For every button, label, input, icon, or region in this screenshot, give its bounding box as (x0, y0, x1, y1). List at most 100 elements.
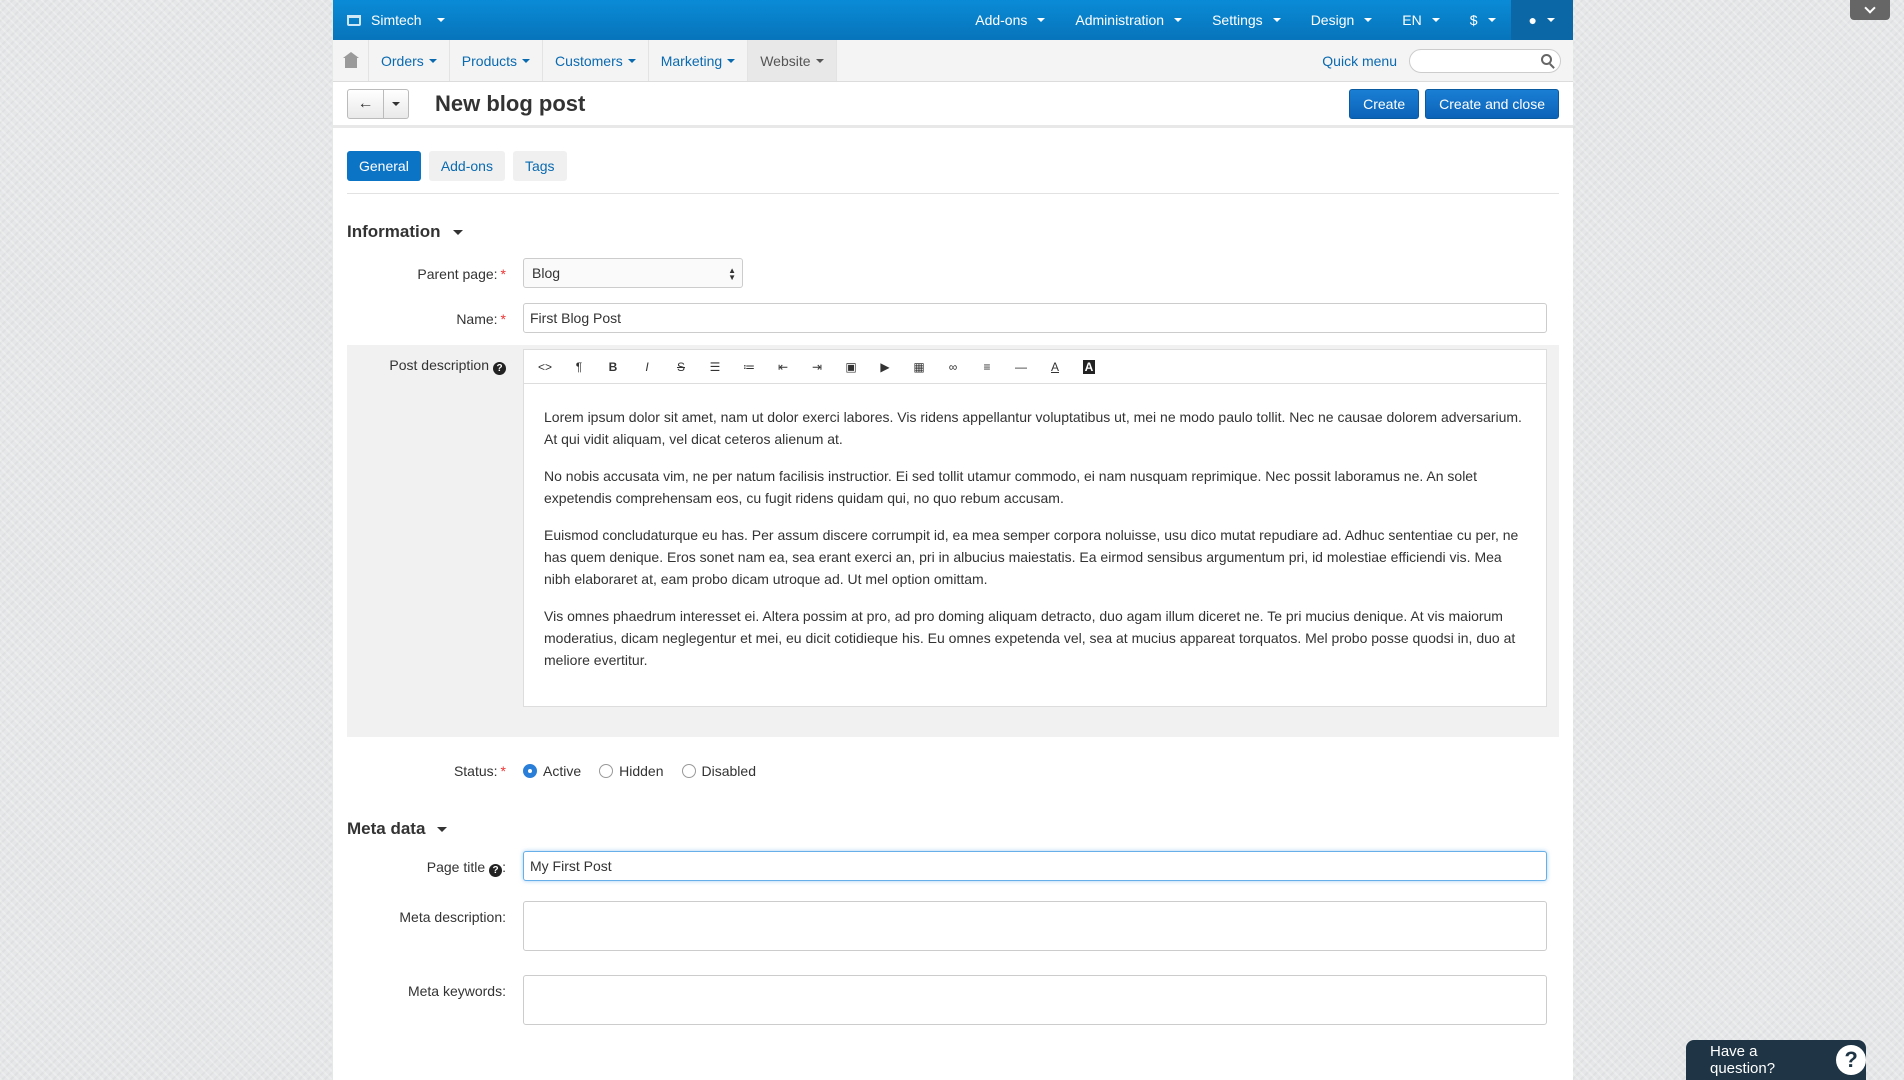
required-marker: * (500, 311, 506, 327)
menu-administration[interactable]: Administration (1060, 0, 1197, 40)
italic-icon[interactable]: I (630, 352, 664, 382)
align-icon[interactable]: ≡ (970, 352, 1004, 382)
meta-keywords-field[interactable] (523, 975, 1547, 1025)
radio-button[interactable] (523, 764, 537, 778)
background-color-icon[interactable]: A (1072, 352, 1106, 382)
help-icon[interactable]: ? (493, 362, 506, 375)
ordered-list-icon[interactable]: ≔ (732, 352, 766, 382)
font-color-icon[interactable]: A (1038, 352, 1072, 382)
main-nav: Orders Products Customers Marketing Webs… (333, 40, 1573, 82)
paragraph-icon[interactable]: ¶ (562, 352, 596, 382)
cart-icon (347, 14, 361, 26)
required-marker: * (500, 763, 506, 779)
label-text: Name: (456, 311, 498, 327)
nav-website[interactable]: Website (748, 40, 837, 81)
menu-settings[interactable]: Settings (1197, 0, 1296, 40)
section-title: Information (347, 222, 441, 241)
back-dropdown-button[interactable] (384, 88, 409, 119)
paragraph: No nobis accusata vim, ne per natum faci… (544, 468, 1477, 506)
create-button[interactable]: Create (1349, 88, 1420, 119)
radio-button[interactable] (681, 764, 696, 778)
top-bar: Simtech Add-ons Administration Settings … (333, 0, 1573, 40)
nav-products[interactable]: Products (450, 40, 544, 81)
information-section-toggle[interactable]: Information (347, 222, 1559, 242)
home-icon (342, 51, 359, 68)
chevron-down-icon (1547, 18, 1555, 22)
field-label: Name: * (347, 303, 510, 327)
paragraph: Euismod concludaturque eu has. Per assum… (544, 527, 1519, 587)
unordered-list-icon[interactable]: ☰ (698, 352, 732, 382)
tab-addons[interactable]: Add-ons (428, 151, 505, 181)
menu-currency[interactable]: $ (1455, 0, 1511, 40)
back-button-group: ← (347, 88, 409, 119)
nav-marketing[interactable]: Marketing (649, 40, 749, 81)
home-button[interactable] (333, 40, 369, 81)
image-icon[interactable]: ▣ (834, 352, 868, 382)
tab-general[interactable]: General (347, 151, 421, 181)
help-chat-button[interactable]: Have a question? ? (1686, 1040, 1866, 1080)
select-value: Blog (532, 265, 561, 281)
paragraph: Vis omnes phaedrum interesset ei. Altera… (544, 608, 1516, 668)
link-icon[interactable]: ∞ (936, 352, 970, 382)
menu-label: Settings (1212, 12, 1263, 28)
status-hidden-option[interactable]: Hidden (599, 763, 664, 779)
field-label: Meta keywords: (407, 983, 506, 999)
nav-customers[interactable]: Customers (543, 40, 649, 81)
status-active-option[interactable]: Active (523, 763, 581, 779)
chevron-down-icon (1037, 18, 1046, 22)
quick-menu-link[interactable]: Quick menu (1322, 53, 1397, 69)
horizontal-rule-icon[interactable]: — (1004, 352, 1038, 382)
collapse-toggle-button[interactable] (1850, 0, 1890, 20)
meta-description-row: Meta description: (347, 901, 1559, 951)
indent-icon[interactable]: ⇥ (800, 352, 834, 382)
help-icon[interactable]: ? (489, 864, 503, 877)
nav-orders[interactable]: Orders (369, 40, 450, 81)
menu-design[interactable]: Design (1296, 0, 1388, 40)
chevron-down-icon (1487, 18, 1496, 22)
page-header: ← New blog post Create Create and close (333, 82, 1573, 128)
store-switcher[interactable]: Simtech (333, 12, 445, 28)
required-marker: * (500, 266, 506, 282)
bold-icon[interactable]: B (596, 352, 630, 382)
table-icon[interactable]: ▦ (902, 352, 936, 382)
menu-language[interactable]: EN (1387, 0, 1454, 40)
page: Simtech Add-ons Administration Settings … (333, 0, 1573, 1080)
meta-data-section-toggle[interactable]: Meta data (347, 819, 1559, 839)
page-title-field[interactable]: My First Post (523, 851, 1547, 881)
name-field[interactable]: First Blog Post (523, 303, 1547, 333)
create-and-close-button[interactable]: Create and close (1425, 88, 1559, 119)
editor-content[interactable]: Lorem ipsum dolor sit amet, nam ut dolor… (524, 384, 1546, 706)
search-icon[interactable] (1541, 53, 1552, 65)
menu-label: EN (1402, 12, 1422, 28)
back-button[interactable]: ← (347, 88, 384, 119)
tab-tags[interactable]: Tags (512, 151, 567, 181)
search-input[interactable] (1409, 48, 1561, 73)
meta-description-field[interactable] (523, 901, 1547, 951)
chevron-down-icon (522, 58, 531, 63)
video-icon[interactable]: ▶ (868, 352, 902, 382)
rich-text-editor[interactable]: <> ¶ B I S ☰ ≔ ⇤ ⇥ ▣ ▶ ▦ ∞ ≡ — A A Lorem… (523, 349, 1547, 707)
outdent-icon[interactable]: ⇤ (766, 352, 800, 382)
option-label: Active (543, 763, 582, 779)
radio-button[interactable] (599, 764, 614, 778)
parent-page-select[interactable]: Blog ▲ ▼ (523, 258, 743, 288)
chevron-down-icon (1174, 18, 1183, 22)
label-text: Post description (389, 357, 489, 373)
status-disabled-option[interactable]: Disabled (681, 763, 756, 779)
menu-label: Administration (1075, 12, 1165, 28)
nav-label: Marketing (660, 52, 723, 69)
label-text: Parent page: (417, 266, 498, 282)
status-row: Status: * Active Hidden Disabled (347, 755, 1559, 779)
select-arrows-icon: ▲ ▼ (728, 266, 736, 282)
user-menu[interactable]: ● (1510, 0, 1573, 40)
code-view-icon[interactable]: <> (528, 352, 562, 382)
chevron-down-icon (392, 101, 400, 106)
menu-label: $ (1469, 12, 1478, 28)
user-icon: ● (1528, 12, 1537, 28)
status-radio-group: Active Hidden Disabled (523, 755, 768, 779)
menu-addons[interactable]: Add-ons (960, 0, 1060, 40)
strikethrough-icon[interactable]: S (664, 352, 698, 382)
chevron-down-icon (1272, 18, 1281, 22)
triangle-down-icon (452, 229, 463, 235)
chevron-down-icon (436, 18, 445, 22)
